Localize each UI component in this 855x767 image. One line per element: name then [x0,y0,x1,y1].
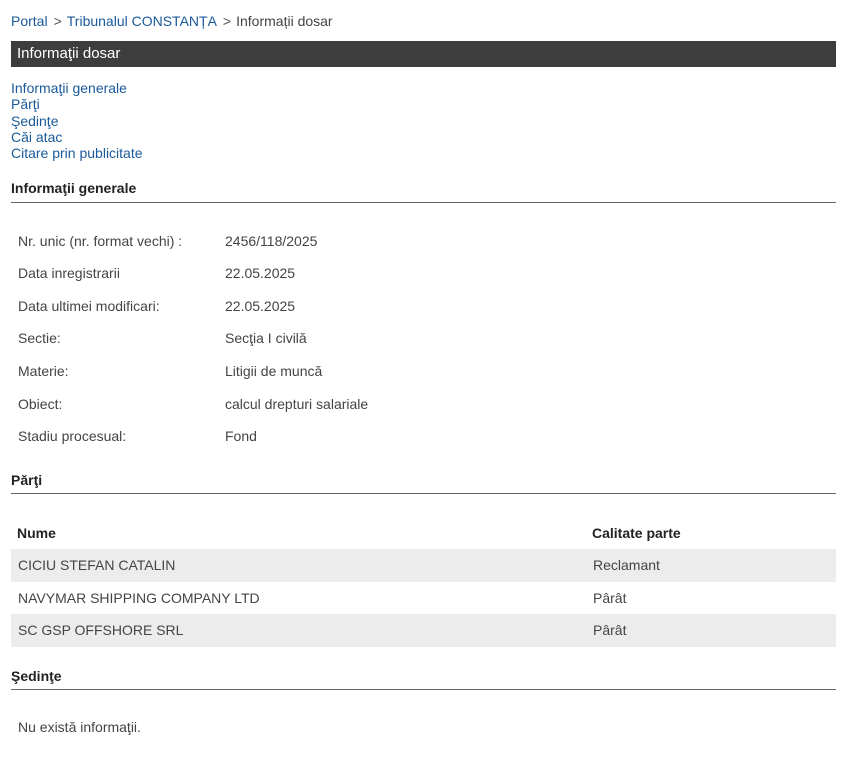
anchor-citare-publicitate[interactable]: Citare prin publicitate [11,145,143,161]
info-value: 22.05.2025 [225,298,296,314]
party-role: Pârât [586,614,836,647]
party-role: Reclamant [586,549,836,582]
anchor-parti[interactable]: Părţi [11,96,40,112]
page-title: Informaţii dosar [11,41,836,67]
breadcrumb-separator: > [53,13,62,29]
table-row: NAVYMAR SHIPPING COMPANY LTD Pârât [11,582,836,615]
info-value: 22.05.2025 [225,265,296,281]
breadcrumb-portal[interactable]: Portal [11,13,48,29]
info-value: Litigii de muncă [225,363,323,379]
party-name: SC GSP OFFSHORE SRL [11,614,586,647]
breadcrumb: Portal > Tribunalul CONSTANȚA > Informații d… [11,13,333,29]
party-name: NAVYMAR SHIPPING COMPANY LTD [18,589,260,606]
info-value: Fond [225,428,257,444]
column-header-nume: Nume [17,524,56,541]
section-heading-general: Informaţii generale [11,180,836,203]
empty-state-text: Nu există informaţii. [18,719,141,735]
breadcrumb-current: Informații dosar [236,13,333,29]
table-row: SC GSP OFFSHORE SRL Pârât [11,614,836,647]
section-anchor-list: Informaţii generale Părţi Şedinţe Căi at… [11,80,143,161]
party-name: CICIU STEFAN CATALIN [11,549,586,582]
anchor-sedinte[interactable]: Şedinţe [11,113,58,129]
info-value: Secţia I civilă [225,330,307,346]
parti-table: Nume Calitate parte CICIU STEFAN CATALIN… [11,516,836,647]
info-value: calcul drepturi salariale [225,396,369,412]
section-heading-parti: Părţi [11,472,836,494]
table-row: CICIU STEFAN CATALIN Reclamant [11,549,836,582]
column-header-calitate: Calitate parte [592,524,681,541]
anchor-informatii-generale[interactable]: Informaţii generale [11,80,127,96]
info-label: Obiect: [18,396,63,412]
breadcrumb-tribunal[interactable]: Tribunalul CONSTANȚA [67,13,217,29]
info-label: Nr. unic (nr. format vechi) : [18,233,183,249]
info-label: Data inregistrarii [18,265,120,281]
section-heading-sedinte: Şedinţe [11,668,836,690]
anchor-cai-atac[interactable]: Căi atac [11,129,62,145]
info-label: Materie: [18,363,69,379]
info-label: Data ultimei modificari: [18,298,160,314]
party-role: Pârât [593,589,627,606]
info-value: 2456/118/2025 [225,233,318,249]
info-label: Sectie: [18,330,61,346]
table-header-row: Nume Calitate parte [11,516,836,549]
breadcrumb-separator: > [222,13,232,29]
info-label: Stadiu procesual: [18,428,127,444]
